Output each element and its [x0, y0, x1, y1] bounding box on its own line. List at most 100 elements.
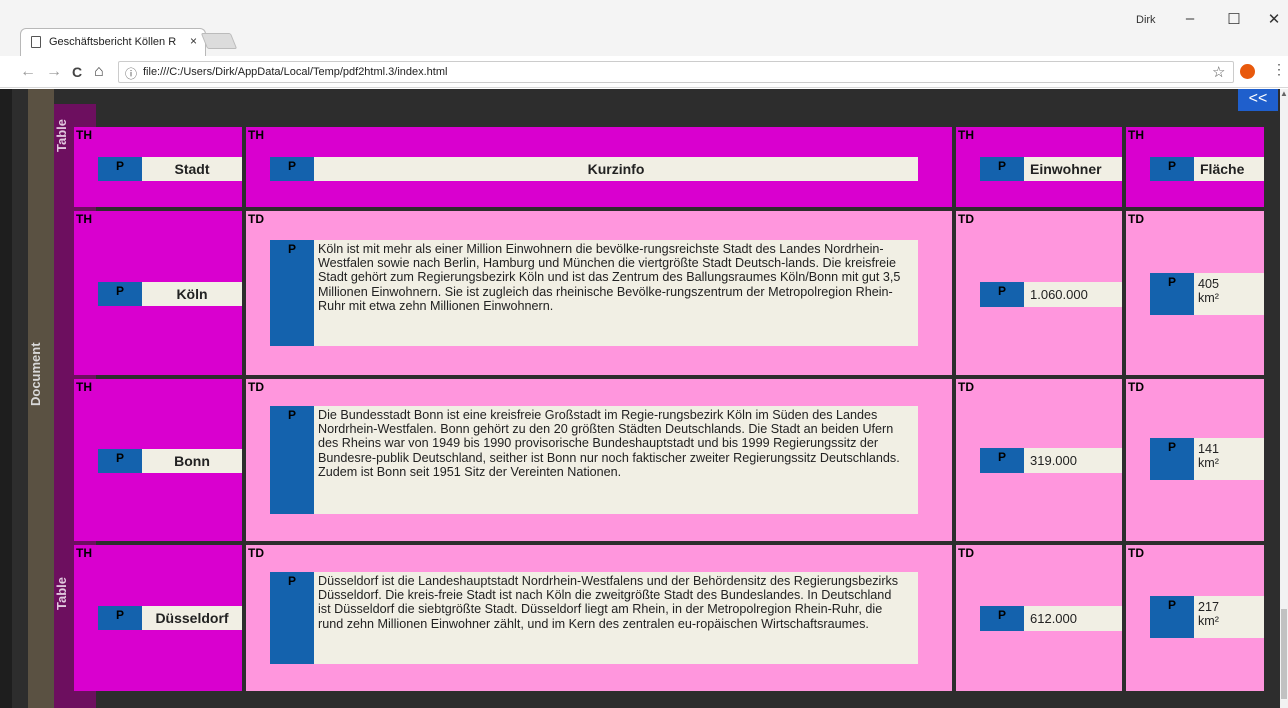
paragraph-box: P Stadt — [98, 157, 242, 181]
table-row-duesseldorf-population: TD P 612.000 — [956, 545, 1122, 691]
cell-tag: TD — [1128, 380, 1144, 394]
cell-tag: TD — [958, 212, 974, 226]
browser-window: Geschäftsbericht Köllen R × Dirk – ☐ ✕ ←… — [0, 0, 1288, 708]
extension-icon[interactable] — [1240, 64, 1255, 79]
document-icon — [31, 36, 41, 48]
paragraph-tag: P — [98, 282, 142, 306]
city-name: Bonn — [174, 453, 210, 469]
cell-tag: TD — [248, 546, 264, 560]
cell-tag: TD — [248, 212, 264, 226]
reload-icon[interactable]: C — [72, 64, 82, 80]
area-number: 141 — [1198, 442, 1220, 456]
pdf-viewer: Document Table Table << ▲ TH P Stadt TH … — [0, 89, 1288, 708]
table-row-koeln-population: TD P 1.060.000 — [956, 211, 1122, 375]
paragraph-box: P Kurzinfo — [270, 157, 918, 181]
cell-tag: TD — [958, 380, 974, 394]
area-number: 217 — [1198, 600, 1220, 614]
header-cell-flaeche: TH P Fläche — [1126, 127, 1264, 207]
paragraph-tag: P — [270, 240, 314, 346]
cell-tag: TD — [958, 546, 974, 560]
menu-icon[interactable]: ⋮ — [1272, 61, 1286, 78]
cell-tag: TD — [1128, 546, 1144, 560]
forward-arrow-icon[interactable]: → — [46, 64, 62, 80]
collapse-button[interactable]: << — [1238, 89, 1278, 111]
header-cell-einwohner: TH P Einwohner — [956, 127, 1122, 207]
table-row-bonn-city: TH P Bonn — [74, 379, 242, 541]
browser-tab[interactable]: Geschäftsbericht Köllen R × — [20, 28, 206, 56]
paragraph-box: P 1.060.000 — [980, 282, 1122, 307]
paragraph-tag: P — [1150, 596, 1194, 638]
profile-name[interactable]: Dirk — [1136, 14, 1156, 26]
area-value: 141 km² — [1198, 438, 1264, 480]
header-stadt: Stadt — [174, 161, 210, 177]
tab-close-icon[interactable]: × — [190, 34, 197, 48]
minimize-button[interactable]: – — [1170, 10, 1210, 27]
paragraph-tag: P — [1150, 273, 1194, 315]
table-row-bonn-info: TD P Die Bundesstadt Bonn ist eine kreis… — [246, 379, 952, 541]
paragraph-box: P 612.000 — [980, 606, 1122, 631]
left-edge — [0, 89, 12, 708]
cell-tag: TH — [76, 212, 92, 226]
cell-tag: TH — [76, 380, 92, 394]
header-flaeche: Fläche — [1200, 161, 1245, 177]
table-row-koeln-city: TH P Köln — [74, 211, 242, 375]
paragraph-box: P Köln ist mit mehr als einer Million Ei… — [270, 240, 918, 346]
cell-tag: TH — [76, 128, 92, 142]
table-row-duesseldorf-info: TD P Düsseldorf ist die Landeshauptstadt… — [246, 545, 952, 691]
paragraph-tag: P — [980, 157, 1024, 181]
info-icon[interactable]: ⓘ — [125, 65, 137, 82]
home-icon[interactable]: ⌂ — [94, 64, 104, 80]
paragraph-box: P Fläche — [1150, 157, 1264, 181]
browser-toolbar: ← → C ⌂ ⓘ file:///C:/Users/Dirk/AppData/… — [0, 56, 1288, 88]
url-text[interactable]: file:///C:/Users/Dirk/AppData/Local/Temp… — [143, 66, 447, 78]
table-row-bonn-area: TD P 141 km² — [1126, 379, 1264, 541]
paragraph-box: P Düsseldorf — [98, 606, 242, 630]
paragraph-box: P Köln — [98, 282, 242, 306]
scrollbar[interactable]: ▲ — [1280, 89, 1288, 708]
cell-tag: TH — [248, 128, 264, 142]
paragraph-box: P 405 km² — [1150, 273, 1264, 315]
table-row-koeln-area: TD P 405 km² — [1126, 211, 1264, 375]
area-unit: km² — [1198, 456, 1219, 470]
paragraph-box: P Düsseldorf ist die Landeshauptstadt No… — [270, 572, 918, 664]
new-tab-button[interactable] — [200, 33, 238, 49]
title-bar: Geschäftsbericht Köllen R × Dirk – ☐ ✕ — [0, 0, 1288, 56]
city-name: Köln — [176, 286, 208, 302]
document-label: Document — [28, 342, 43, 406]
paragraph-tag: P — [980, 606, 1024, 631]
bookmark-star-icon[interactable]: ☆ — [1212, 63, 1225, 81]
city-name: Düsseldorf — [155, 610, 229, 626]
paragraph-box: P Einwohner — [980, 157, 1122, 181]
close-window-button[interactable]: ✕ — [1254, 10, 1288, 28]
tab-title: Geschäftsbericht Köllen R — [49, 36, 177, 48]
scrollbar-thumb[interactable] — [1281, 609, 1287, 699]
population-value: 1.060.000 — [1030, 287, 1088, 302]
cell-tag: TD — [248, 380, 264, 394]
maximize-button[interactable]: ☐ — [1214, 10, 1254, 28]
document-structure-bar: Document — [28, 89, 54, 708]
header-einwohner: Einwohner — [1030, 161, 1102, 177]
paragraph-box: P 141 km² — [1150, 438, 1264, 480]
address-bar[interactable]: ⓘ file:///C:/Users/Dirk/AppData/Local/Te… — [118, 61, 1234, 83]
paragraph-tag: P — [980, 448, 1024, 473]
city-info: Düsseldorf ist die Landeshauptstadt Nord… — [318, 574, 899, 631]
scroll-up-arrow-icon[interactable]: ▲ — [1280, 89, 1288, 99]
paragraph-tag: P — [1150, 438, 1194, 480]
table-row-koeln-info: TD P Köln ist mit mehr als einer Million… — [246, 211, 952, 375]
paragraph-tag: P — [1150, 157, 1194, 181]
paragraph-tag: P — [270, 406, 314, 514]
paragraph-tag: P — [270, 157, 314, 181]
area-unit: km² — [1198, 291, 1219, 305]
city-info: Die Bundesstadt Bonn ist eine kreisfreie… — [318, 408, 900, 479]
header-kurzinfo: Kurzinfo — [587, 161, 645, 177]
cell-tag: TD — [1128, 212, 1144, 226]
paragraph-tag: P — [98, 157, 142, 181]
table-label-top: Table — [54, 119, 69, 153]
cell-tag: TH — [76, 546, 92, 560]
population-value: 612.000 — [1030, 611, 1077, 626]
cell-tag: TH — [958, 128, 974, 142]
paragraph-tag: P — [98, 449, 142, 473]
back-arrow-icon[interactable]: ← — [20, 64, 36, 80]
header-cell-kurzinfo: TH P Kurzinfo — [246, 127, 952, 207]
table-label-bottom: Table — [54, 577, 69, 611]
